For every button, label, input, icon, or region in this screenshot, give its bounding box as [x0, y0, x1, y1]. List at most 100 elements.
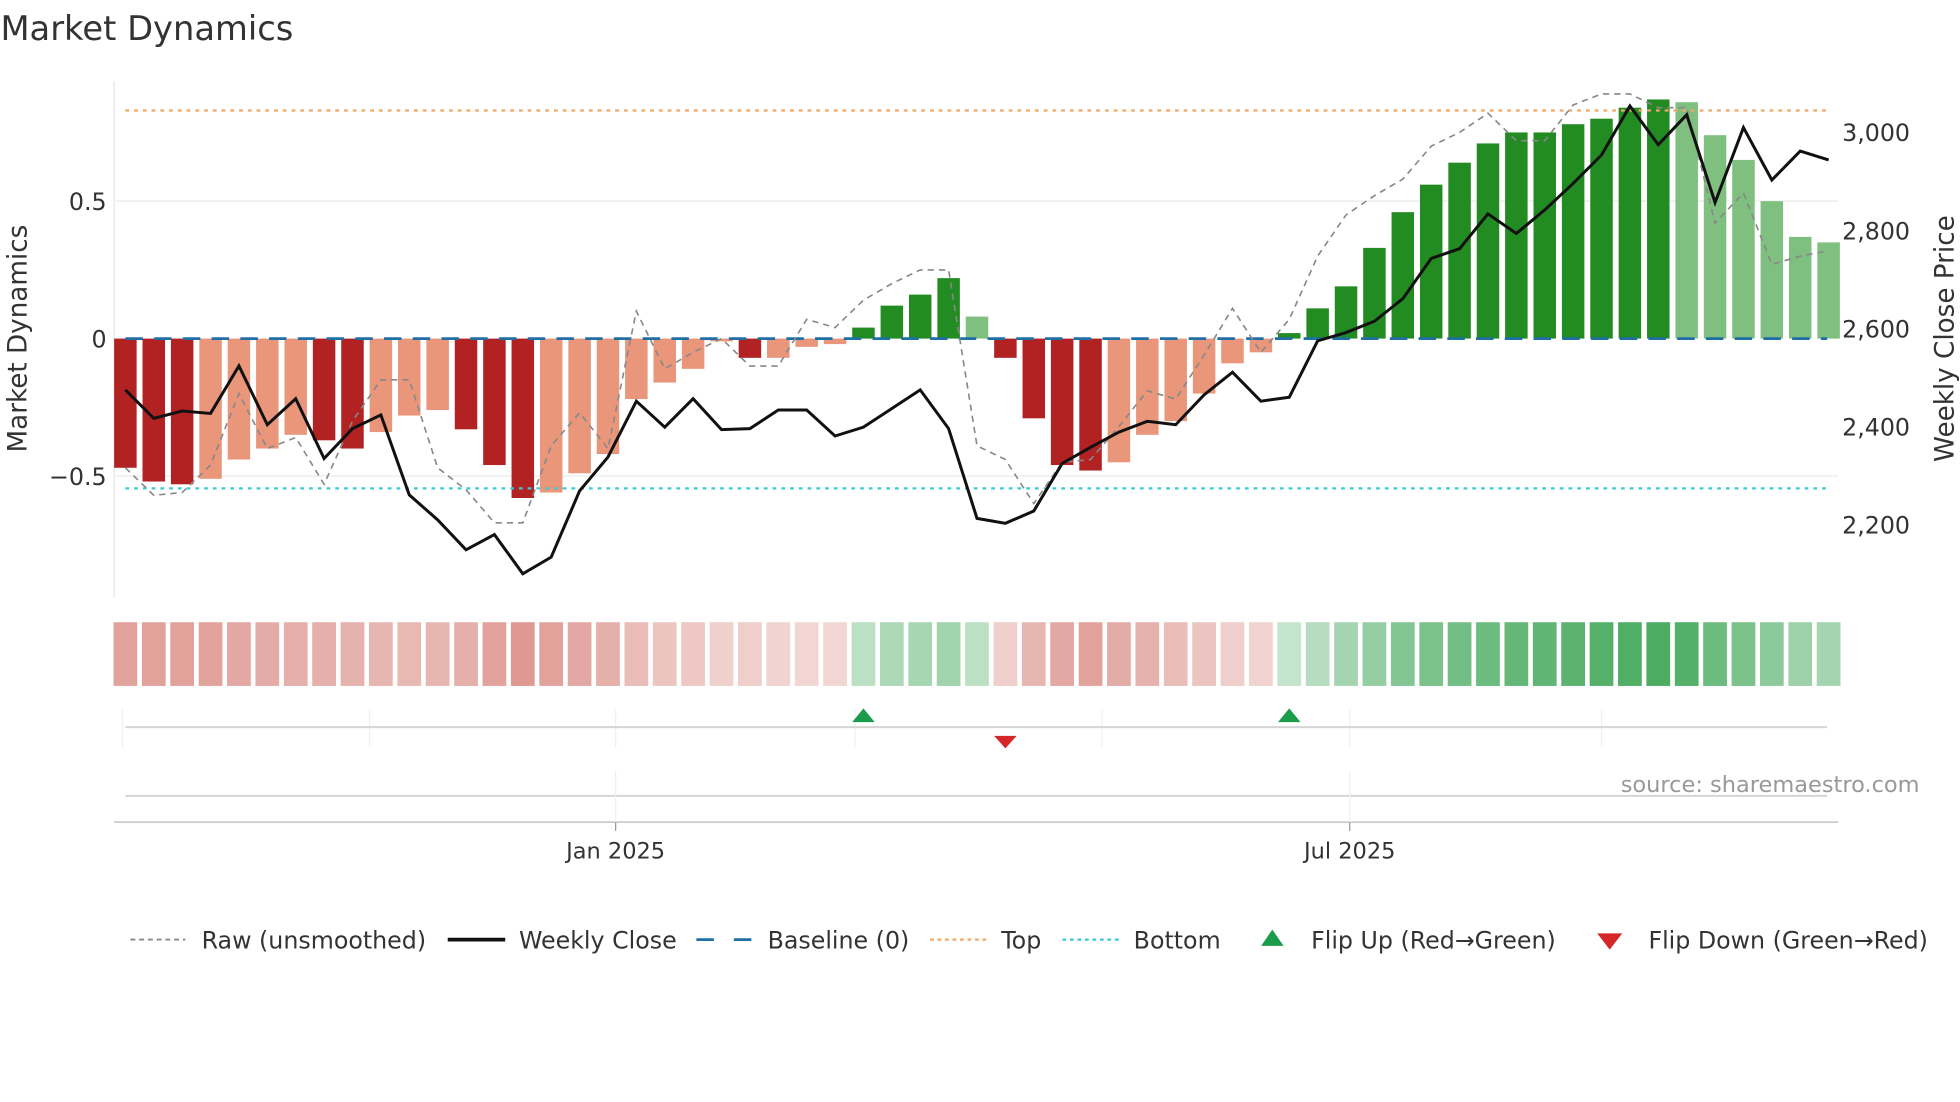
dynamics-bar — [398, 338, 421, 416]
dynamics-bar — [880, 305, 904, 339]
heat-strip-cell — [965, 622, 989, 686]
heat-strip-cell — [1816, 622, 1841, 686]
heat-strip-cell — [141, 622, 166, 686]
heat-strip-cell — [681, 622, 705, 686]
dynamics-bar — [908, 294, 932, 339]
heat-strip-cell — [1703, 622, 1727, 686]
heat-strip-cell — [369, 622, 393, 686]
dynamics-bar — [284, 338, 307, 435]
heat-strip-cell — [596, 622, 620, 686]
flip-up-marker — [852, 708, 875, 723]
heat-strip-cell — [510, 622, 535, 686]
heat-strip-cell — [1390, 622, 1415, 686]
dynamics-bar — [1249, 338, 1273, 353]
legend-label: Raw (unsmoothed) — [202, 926, 426, 954]
flip-panel — [121, 708, 1828, 749]
date-axis-panel: Jan 2025 Jul 2025 — [114, 770, 1839, 864]
dynamics-bar — [312, 338, 336, 441]
heat-strip-cell — [1249, 622, 1273, 686]
legend-item-baseline: Baseline (0) — [696, 926, 909, 954]
flip-down-marker — [994, 735, 1017, 749]
source-label: source: sharemaestro.com — [1621, 772, 1920, 798]
heat-strip-cell — [794, 622, 819, 686]
heat-strip-cell — [766, 622, 791, 686]
heat-strip-cell — [425, 622, 450, 686]
heat-strip-cell — [1362, 622, 1387, 686]
heat-strip-cell — [567, 622, 592, 686]
flip-down-icon — [1597, 933, 1623, 950]
heat-strip-cell — [1021, 622, 1046, 686]
legend-item-top: Top — [930, 926, 1041, 954]
dynamics-bar — [653, 338, 676, 383]
heat-strip-cell — [397, 622, 422, 686]
dynamics-bar — [1022, 338, 1046, 419]
dynamics-bar — [1391, 212, 1415, 339]
heat-strip-cell — [1759, 622, 1784, 686]
heat-strip-cell — [1305, 622, 1330, 686]
legend-item-bottom: Bottom — [1062, 926, 1221, 954]
dynamics-bar — [937, 278, 960, 339]
x-tick-label: Jul 2025 — [1302, 838, 1395, 864]
dynamics-bar — [1703, 135, 1727, 339]
flip-up-icon — [1261, 929, 1284, 946]
legend: Raw (unsmoothed) Weekly Close Baseline (0)… — [130, 926, 1928, 954]
dynamics-bar — [1476, 143, 1500, 339]
heat-strip-cell — [454, 622, 478, 686]
heat-strip-cell — [227, 622, 251, 686]
dynamics-bar — [1533, 132, 1556, 339]
heat-strip-cell — [539, 622, 564, 686]
heat-strip-cell — [170, 622, 195, 686]
dynamics-bar — [227, 338, 251, 460]
heat-strip-cell — [1561, 622, 1586, 686]
y-tick-label: −0.5 — [49, 463, 107, 491]
dynamics-bar — [454, 338, 478, 430]
dynamics-bar — [965, 316, 989, 339]
flip-up-marker — [1278, 708, 1301, 723]
legend-item-close: Weekly Close — [447, 926, 677, 954]
dynamics-bar — [1788, 236, 1812, 339]
heat-strip-cell — [1589, 622, 1614, 686]
legend-label: Weekly Close — [519, 926, 677, 954]
heat-strip-cell — [340, 622, 365, 686]
heat-strip-cell — [823, 622, 847, 686]
dynamics-bar — [426, 338, 449, 411]
dynamics-bar — [681, 338, 705, 369]
heat-strip-cell — [312, 622, 336, 686]
dynamics-bar — [1050, 338, 1074, 466]
heat-strip-cell — [1788, 622, 1813, 686]
dynamics-bar — [1505, 132, 1528, 339]
y2-tick-label: 2,800 — [1842, 217, 1910, 245]
heat-strip-cell — [482, 622, 507, 686]
heat-strip-cell — [652, 622, 677, 686]
dynamics-bar — [1732, 159, 1755, 339]
heat-strip-cell — [198, 622, 223, 686]
dynamics-bar — [1590, 118, 1613, 339]
heat-strip-cell — [879, 622, 904, 686]
legend-item-flip-down: Flip Down (Green→Red) — [1597, 926, 1928, 954]
y-tick-label: 0 — [92, 325, 107, 353]
heat-strip-cell — [1135, 622, 1160, 686]
heat-strip-cell — [1646, 622, 1671, 686]
heat-strip-cell — [1220, 622, 1245, 686]
chart-title: Market Dynamics — [0, 9, 293, 48]
dynamics-bar — [852, 327, 875, 339]
dynamics-bar — [994, 338, 1017, 358]
legend-label: Flip Down (Green→Red) — [1648, 926, 1927, 954]
heat-strip-cell — [936, 622, 961, 686]
y2-tick-label: 3,000 — [1842, 119, 1910, 147]
y2-axis-label: Weekly Close Price — [1930, 215, 1960, 462]
dynamics-bar — [1561, 124, 1585, 339]
dynamics-bar — [199, 338, 222, 479]
main-plot: 0.5 0 −0.5 3,000 2,800 2,600 2,400 2,200 — [49, 81, 1910, 598]
dynamics-bar — [114, 338, 137, 468]
legend-label: Top — [1000, 926, 1041, 954]
legend-item-flip-up: Flip Up (Red→Green) — [1261, 926, 1556, 954]
dynamics-bar — [1164, 338, 1187, 422]
dynamics-bar — [1221, 338, 1244, 364]
heat-strip-cell — [738, 622, 762, 686]
y-tick-label: 0.5 — [69, 188, 107, 216]
dynamics-bar — [341, 338, 364, 449]
heat-strip-cell — [1192, 622, 1216, 686]
y2-tick-label: 2,200 — [1842, 512, 1910, 540]
heat-strip-cell — [1419, 622, 1444, 686]
